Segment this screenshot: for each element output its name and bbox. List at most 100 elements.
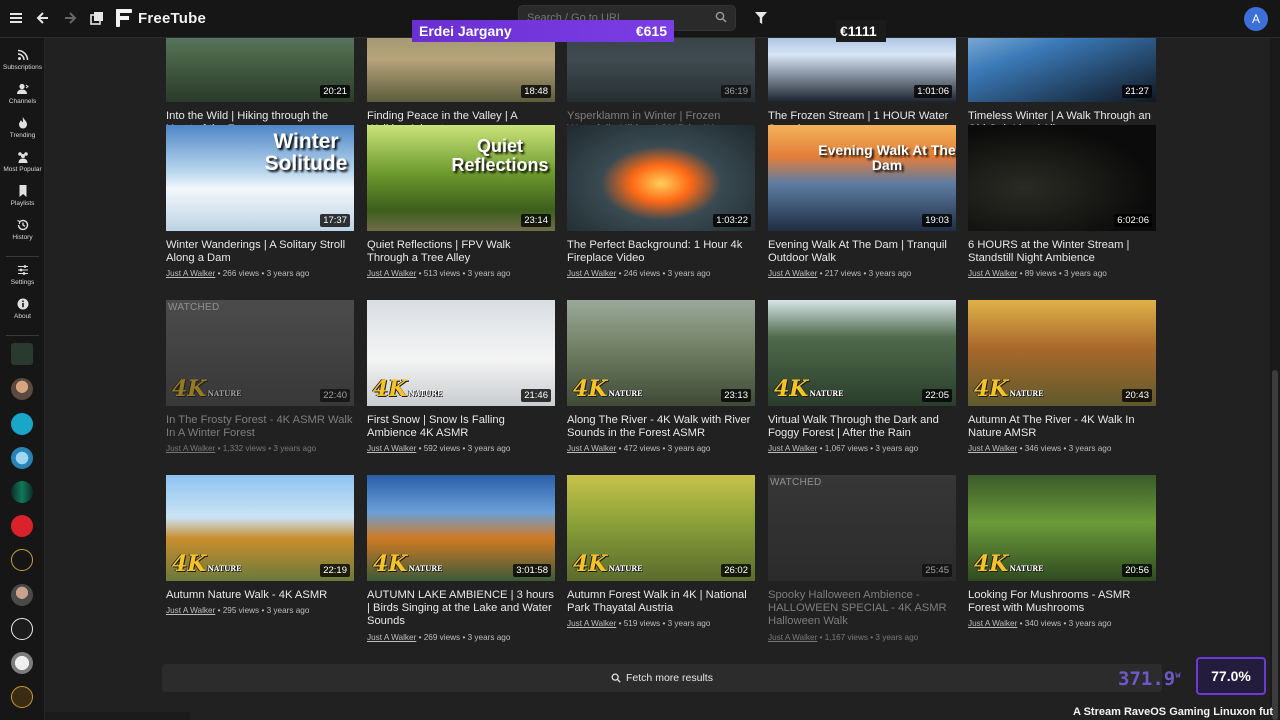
channel-avatar[interactable] (11, 343, 33, 365)
video-title[interactable]: Winter Wanderings | A Solitary Stroll Al… (166, 239, 354, 265)
badge-text: 4K (774, 376, 809, 402)
channel-link[interactable]: Just A Walker (567, 619, 616, 628)
channel-avatar[interactable] (11, 584, 33, 606)
video-title[interactable]: Along The River - 4K Walk with River Sou… (567, 414, 755, 440)
video-card[interactable]: WATCHED 25:45 Spooky Halloween Ambience … (768, 475, 956, 642)
search-icon[interactable] (715, 11, 727, 23)
video-card[interactable]: WATCHED 4KNATURE 22:40 In The Frosty Fore… (166, 300, 354, 453)
sidebar-item-subscriptions[interactable]: Subscriptions (0, 49, 45, 71)
channel-link[interactable]: Just A Walker (968, 444, 1017, 453)
channel-avatar[interactable] (11, 515, 33, 537)
video-card[interactable]: 4KNATURE 21:46 First Snow | Snow Is Fall… (367, 300, 555, 453)
app-logo[interactable]: FreeTube (116, 9, 206, 27)
channel-link[interactable]: Just A Walker (768, 633, 817, 642)
channel-link[interactable]: Just A Walker (367, 633, 416, 642)
video-title[interactable]: Autumn Nature Walk - 4K ASMR (166, 589, 354, 602)
video-thumbnail[interactable]: 6:02:06 (968, 125, 1156, 231)
channel-link[interactable]: Just A Walker (768, 269, 817, 278)
video-thumbnail[interactable]: 4KNATURE 26:02 (567, 475, 755, 581)
video-title[interactable]: Evening Walk At The Dam | Tranquil Outdo… (768, 239, 956, 265)
view-count: 266 views (222, 269, 260, 279)
channel-link[interactable]: Just A Walker (567, 269, 616, 278)
video-card[interactable]: 4KNATURE 23:13 Along The River - 4K Walk… (567, 300, 755, 453)
video-card[interactable]: 1:03:22 The Perfect Background: 1 Hour 4… (567, 125, 755, 278)
back-arrow-icon[interactable] (34, 10, 52, 28)
badge-sub: NATURE (408, 564, 443, 573)
video-title[interactable]: Looking For Mushrooms - ASMR Forest with… (968, 589, 1156, 615)
sidebar-item-most-popular[interactable]: Most Popular (0, 151, 45, 173)
video-card[interactable]: 6:02:06 6 HOURS at the Winter Stream | S… (968, 125, 1156, 278)
new-window-icon[interactable] (88, 10, 106, 28)
channel-link[interactable]: Just A Walker (768, 444, 817, 453)
channel-link[interactable]: Just A Walker (968, 269, 1017, 278)
sidebar-item-channels[interactable]: Channels (0, 83, 45, 105)
video-title[interactable]: Quiet Reflections | FPV Walk Through a T… (367, 239, 555, 265)
video-thumbnail[interactable]: 4KNATURE 20:43 (968, 300, 1156, 406)
fetch-more-button[interactable]: Fetch more results (162, 664, 1162, 692)
video-card[interactable]: 4KNATURE 3:01:58 AUTUMN LAKE AMBIENCE | … (367, 475, 555, 642)
channel-link[interactable]: Just A Walker (166, 269, 215, 278)
video-card[interactable]: 4KNATURE 22:05 Virtual Walk Through the … (768, 300, 956, 453)
channel-link[interactable]: Just A Walker (166, 606, 215, 615)
watched-label: WATCHED (168, 302, 220, 313)
channel-link[interactable]: Just A Walker (367, 269, 416, 278)
sidebar-item-history[interactable]: History (0, 219, 45, 241)
channel-avatar[interactable] (11, 652, 33, 674)
video-card[interactable]: Quiet Reflections 23:14 Quiet Reflection… (367, 125, 555, 278)
menu-icon[interactable] (7, 10, 25, 28)
video-thumbnail[interactable]: 4KNATURE 3:01:58 (367, 475, 555, 581)
video-card[interactable]: 4KNATURE 22:19 Autumn Nature Walk - 4K A… (166, 475, 354, 615)
video-card[interactable]: 4KNATURE 20:43 Autumn At The River - 4K … (968, 300, 1156, 453)
filter-icon[interactable] (755, 12, 767, 24)
video-thumbnail[interactable]: 4KNATURE 20:56 (968, 475, 1156, 581)
video-title[interactable]: In The Frosty Forest - 4K ASMR Walk In A… (166, 414, 354, 440)
channel-link[interactable]: Just A Walker (567, 444, 616, 453)
video-thumbnail[interactable]: 4KNATURE 21:46 (367, 300, 555, 406)
video-thumbnail[interactable]: 1:03:22 (567, 125, 755, 231)
video-meta: Just A Walker • 519 views • 3 years ago (567, 619, 755, 628)
sidebar-item-about[interactable]: About (0, 298, 45, 320)
video-card[interactable]: 4KNATURE 20:56 Looking For Mushrooms - A… (968, 475, 1156, 628)
channel-avatar[interactable] (11, 413, 33, 435)
video-title[interactable]: Autumn At The River - 4K Walk In Nature … (968, 414, 1156, 440)
sidebar-item-trending[interactable]: Trending (0, 117, 45, 139)
video-thumbnail[interactable]: 4KNATURE 22:05 (768, 300, 956, 406)
video-thumbnail[interactable]: 4KNATURE 23:13 (567, 300, 755, 406)
video-title[interactable]: AUTUMN LAKE AMBIENCE | 3 hours | Birds S… (367, 589, 555, 629)
profile-avatar[interactable]: A (1244, 7, 1268, 31)
video-thumbnail[interactable]: 20:21 (166, 38, 354, 102)
channel-avatar[interactable] (11, 447, 33, 469)
video-thumbnail[interactable]: 36:19 (567, 38, 755, 102)
video-title[interactable]: Autumn Forest Walk in 4K | National Park… (567, 589, 755, 615)
video-thumbnail[interactable]: Winter Solitude 17:37 (166, 125, 354, 231)
video-thumbnail[interactable]: Reserve 18:48 (367, 38, 555, 102)
video-thumbnail[interactable]: Quiet Reflections 23:14 (367, 125, 555, 231)
video-thumbnail[interactable]: 4KNATURE 22:19 (166, 475, 354, 581)
video-thumbnail[interactable]: Evening Walk At The Dam 19:03 (768, 125, 956, 231)
channel-link[interactable]: Just A Walker (968, 619, 1017, 628)
scrollbar-thumb[interactable] (1272, 370, 1278, 720)
channel-link[interactable]: Just A Walker (166, 444, 215, 453)
video-thumbnail[interactable]: 1:01:06 (768, 38, 956, 102)
video-title[interactable]: First Snow | Snow Is Falling Ambience 4K… (367, 414, 555, 440)
channel-avatar[interactable] (11, 549, 33, 571)
video-card[interactable]: Winter Solitude 17:37 Winter Wanderings … (166, 125, 354, 278)
channel-avatar[interactable] (11, 686, 33, 708)
video-title[interactable]: The Perfect Background: 1 Hour 4k Firepl… (567, 239, 755, 265)
video-title[interactable]: Spooky Halloween Ambience - HALLOWEEN SP… (768, 589, 956, 629)
video-thumbnail[interactable]: WATCHED 4KNATURE 22:40 (166, 300, 354, 406)
sidebar-item-settings[interactable]: Settings (0, 264, 45, 286)
video-thumbnail[interactable]: WATCHED 25:45 (768, 475, 956, 581)
video-title[interactable]: 6 HOURS at the Winter Stream | Standstil… (968, 239, 1156, 265)
channel-link[interactable]: Just A Walker (367, 444, 416, 453)
channel-avatar[interactable] (11, 378, 33, 400)
watched-label: WATCHED (770, 477, 822, 488)
video-thumbnail[interactable]: Timeless 21:27 (968, 38, 1156, 102)
channel-avatar[interactable] (11, 618, 33, 640)
sidebar-item-playlists[interactable]: Playlists (0, 185, 45, 207)
forward-arrow-icon[interactable] (61, 10, 79, 28)
video-title[interactable]: Virtual Walk Through the Dark and Foggy … (768, 414, 956, 440)
channel-avatar[interactable] (11, 481, 33, 503)
video-card[interactable]: 4KNATURE 26:02 Autumn Forest Walk in 4K … (567, 475, 755, 628)
video-card[interactable]: Evening Walk At The Dam 19:03 Evening Wa… (768, 125, 956, 278)
